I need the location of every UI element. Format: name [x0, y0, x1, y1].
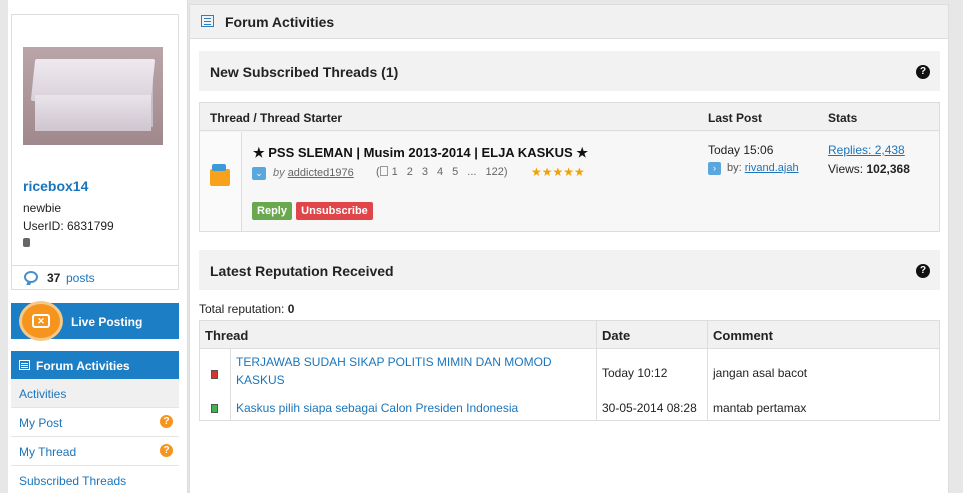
post-count: 37: [47, 271, 61, 285]
username-link[interactable]: ricebox14: [23, 178, 88, 194]
subscribed-threads-header: New Subscribed Threads (1) ?: [199, 51, 940, 91]
help-icon[interactable]: ?: [160, 444, 173, 457]
live-posting-icon: ✕: [19, 301, 63, 341]
help-icon[interactable]: ?: [160, 415, 173, 428]
list-icon: [19, 360, 30, 370]
sidebar-item-label: My Thread: [19, 445, 77, 459]
sidebar-item-label: Subscribed Threads: [19, 474, 127, 488]
page-link[interactable]: 122: [485, 166, 503, 178]
last-post-time: Today 15:06: [708, 143, 774, 157]
chevron-down-icon[interactable]: ⌄: [252, 167, 266, 180]
column-header-stats: Stats: [828, 111, 858, 125]
table-header: Thread / Thread Starter Last Post Stats: [200, 103, 939, 131]
views-stat: Views: 102,368: [828, 162, 910, 176]
page-ellipsis: ...: [467, 166, 477, 178]
thread-starter-line: by addicted1976: [273, 167, 354, 179]
reputation-comment: mantab pertamax: [713, 401, 807, 415]
posts-count-link[interactable]: 37 posts: [12, 265, 178, 291]
reply-button[interactable]: Reply: [252, 202, 292, 220]
section-title: Latest Reputation Received: [210, 263, 394, 279]
reputation-date: Today 10:12: [602, 366, 668, 380]
rating-stars-icon: ★★★★★: [531, 165, 585, 179]
page-link[interactable]: 1: [392, 166, 398, 178]
last-poster-link[interactable]: rivand.ajah: [745, 162, 799, 174]
table-row: TERJAWAB SUDAH SIKAP POLITIS MIMIN DAN M…: [200, 351, 939, 391]
reputation-comment: jangan asal bacot: [713, 366, 808, 380]
page-link[interactable]: 5: [452, 166, 458, 178]
reputation-indicator: [211, 370, 218, 379]
subscribed-threads-table: Thread / Thread Starter Last Post Stats …: [199, 102, 940, 232]
column-header-thread: Thread / Thread Starter: [210, 111, 343, 125]
column-header-thread: Thread: [205, 328, 249, 343]
views-value: 102,368: [866, 162, 910, 176]
views-label: Views:: [828, 162, 864, 176]
thread-folder-icon: [210, 164, 230, 186]
help-icon[interactable]: ?: [916, 264, 930, 278]
sidebar-item-activities[interactable]: Activities: [11, 379, 179, 408]
unsubscribe-button[interactable]: Unsubscribe: [296, 202, 373, 220]
sidebar-item-label: My Post: [19, 416, 63, 430]
thread-title-link[interactable]: ★ PSS SLEMAN | Musim 2013-2014 | ELJA KA…: [253, 145, 588, 161]
main-header: Forum Activities: [190, 5, 948, 39]
table-row: ★ PSS SLEMAN | Musim 2013-2014 | ELJA KA…: [200, 132, 939, 231]
last-post-by-prefix: by:: [727, 162, 742, 174]
reputation-indicator: [211, 404, 218, 413]
user-id: UserID: 6831799: [23, 219, 114, 233]
list-icon: [201, 15, 214, 27]
reputation-header: Latest Reputation Received ?: [199, 250, 940, 290]
sidebar-item-my-post[interactable]: My Post ?: [11, 408, 179, 437]
speech-bubble-icon: [24, 271, 38, 283]
live-posting-label: Live Posting: [71, 315, 143, 329]
last-post-by: by: rivand.ajah: [727, 162, 799, 174]
total-reputation: Total reputation: 0: [199, 302, 294, 316]
reputation-thread-link[interactable]: Kaskus pilih siapa sebagai Calon Preside…: [236, 399, 588, 417]
main-panel: Forum Activities New Subscribed Threads …: [189, 4, 949, 493]
sidebar-item-subscribed-threads[interactable]: Subscribed Threads: [11, 466, 179, 493]
column-header-last-post: Last Post: [708, 111, 763, 125]
avatar[interactable]: [23, 47, 163, 145]
reputation-thread-link[interactable]: TERJAWAB SUDAH SIKAP POLITIS MIMIN DAN M…: [236, 353, 588, 389]
document-icon: [379, 166, 388, 176]
posts-label: posts: [66, 271, 95, 285]
reputation-date: 30-05-2014 08:28: [602, 401, 697, 415]
go-to-last-post-icon[interactable]: ›: [708, 162, 721, 175]
forum-activities-header[interactable]: Forum Activities: [11, 351, 179, 379]
by-prefix: by: [273, 167, 285, 179]
user-rank: newbie: [23, 201, 62, 215]
reputation-table: Thread Date Comment TERJAWAB SUDAH SIKAP…: [199, 320, 940, 421]
forum-activities-label: Forum Activities: [36, 359, 130, 373]
page-title: Forum Activities: [225, 14, 335, 30]
page-link[interactable]: 3: [422, 166, 428, 178]
total-reputation-label: Total reputation:: [199, 302, 285, 316]
thread-icon-cell: [200, 132, 242, 231]
table-row: Kaskus pilih siapa sebagai Calon Preside…: [200, 397, 939, 419]
help-icon[interactable]: ?: [916, 65, 930, 79]
sidebar-menu: Activities My Post ? My Thread ? Subscri…: [11, 379, 179, 493]
status-indicator: [23, 238, 30, 247]
profile-card: ricebox14 newbie UserID: 6831799 37 post…: [11, 14, 179, 290]
avatar-box-front: [35, 95, 151, 131]
table-header: Thread Date Comment: [200, 321, 939, 349]
page-link[interactable]: 4: [437, 166, 443, 178]
section-title: New Subscribed Threads (1): [210, 64, 399, 80]
total-reputation-value: 0: [287, 302, 295, 316]
live-posting-button[interactable]: ✕ Live Posting: [11, 301, 179, 341]
column-header-comment: Comment: [713, 328, 773, 343]
sidebar-item-label: Activities: [19, 387, 67, 401]
column-header-date: Date: [602, 328, 631, 343]
thread-pages: (1 2 3 4 5... 122): [376, 166, 508, 178]
replies-link[interactable]: Replies: 2,438: [828, 143, 905, 157]
page-link[interactable]: 2: [407, 166, 413, 178]
sidebar-item-my-thread[interactable]: My Thread ?: [11, 437, 179, 466]
thread-starter-link[interactable]: addicted1976: [288, 167, 354, 179]
